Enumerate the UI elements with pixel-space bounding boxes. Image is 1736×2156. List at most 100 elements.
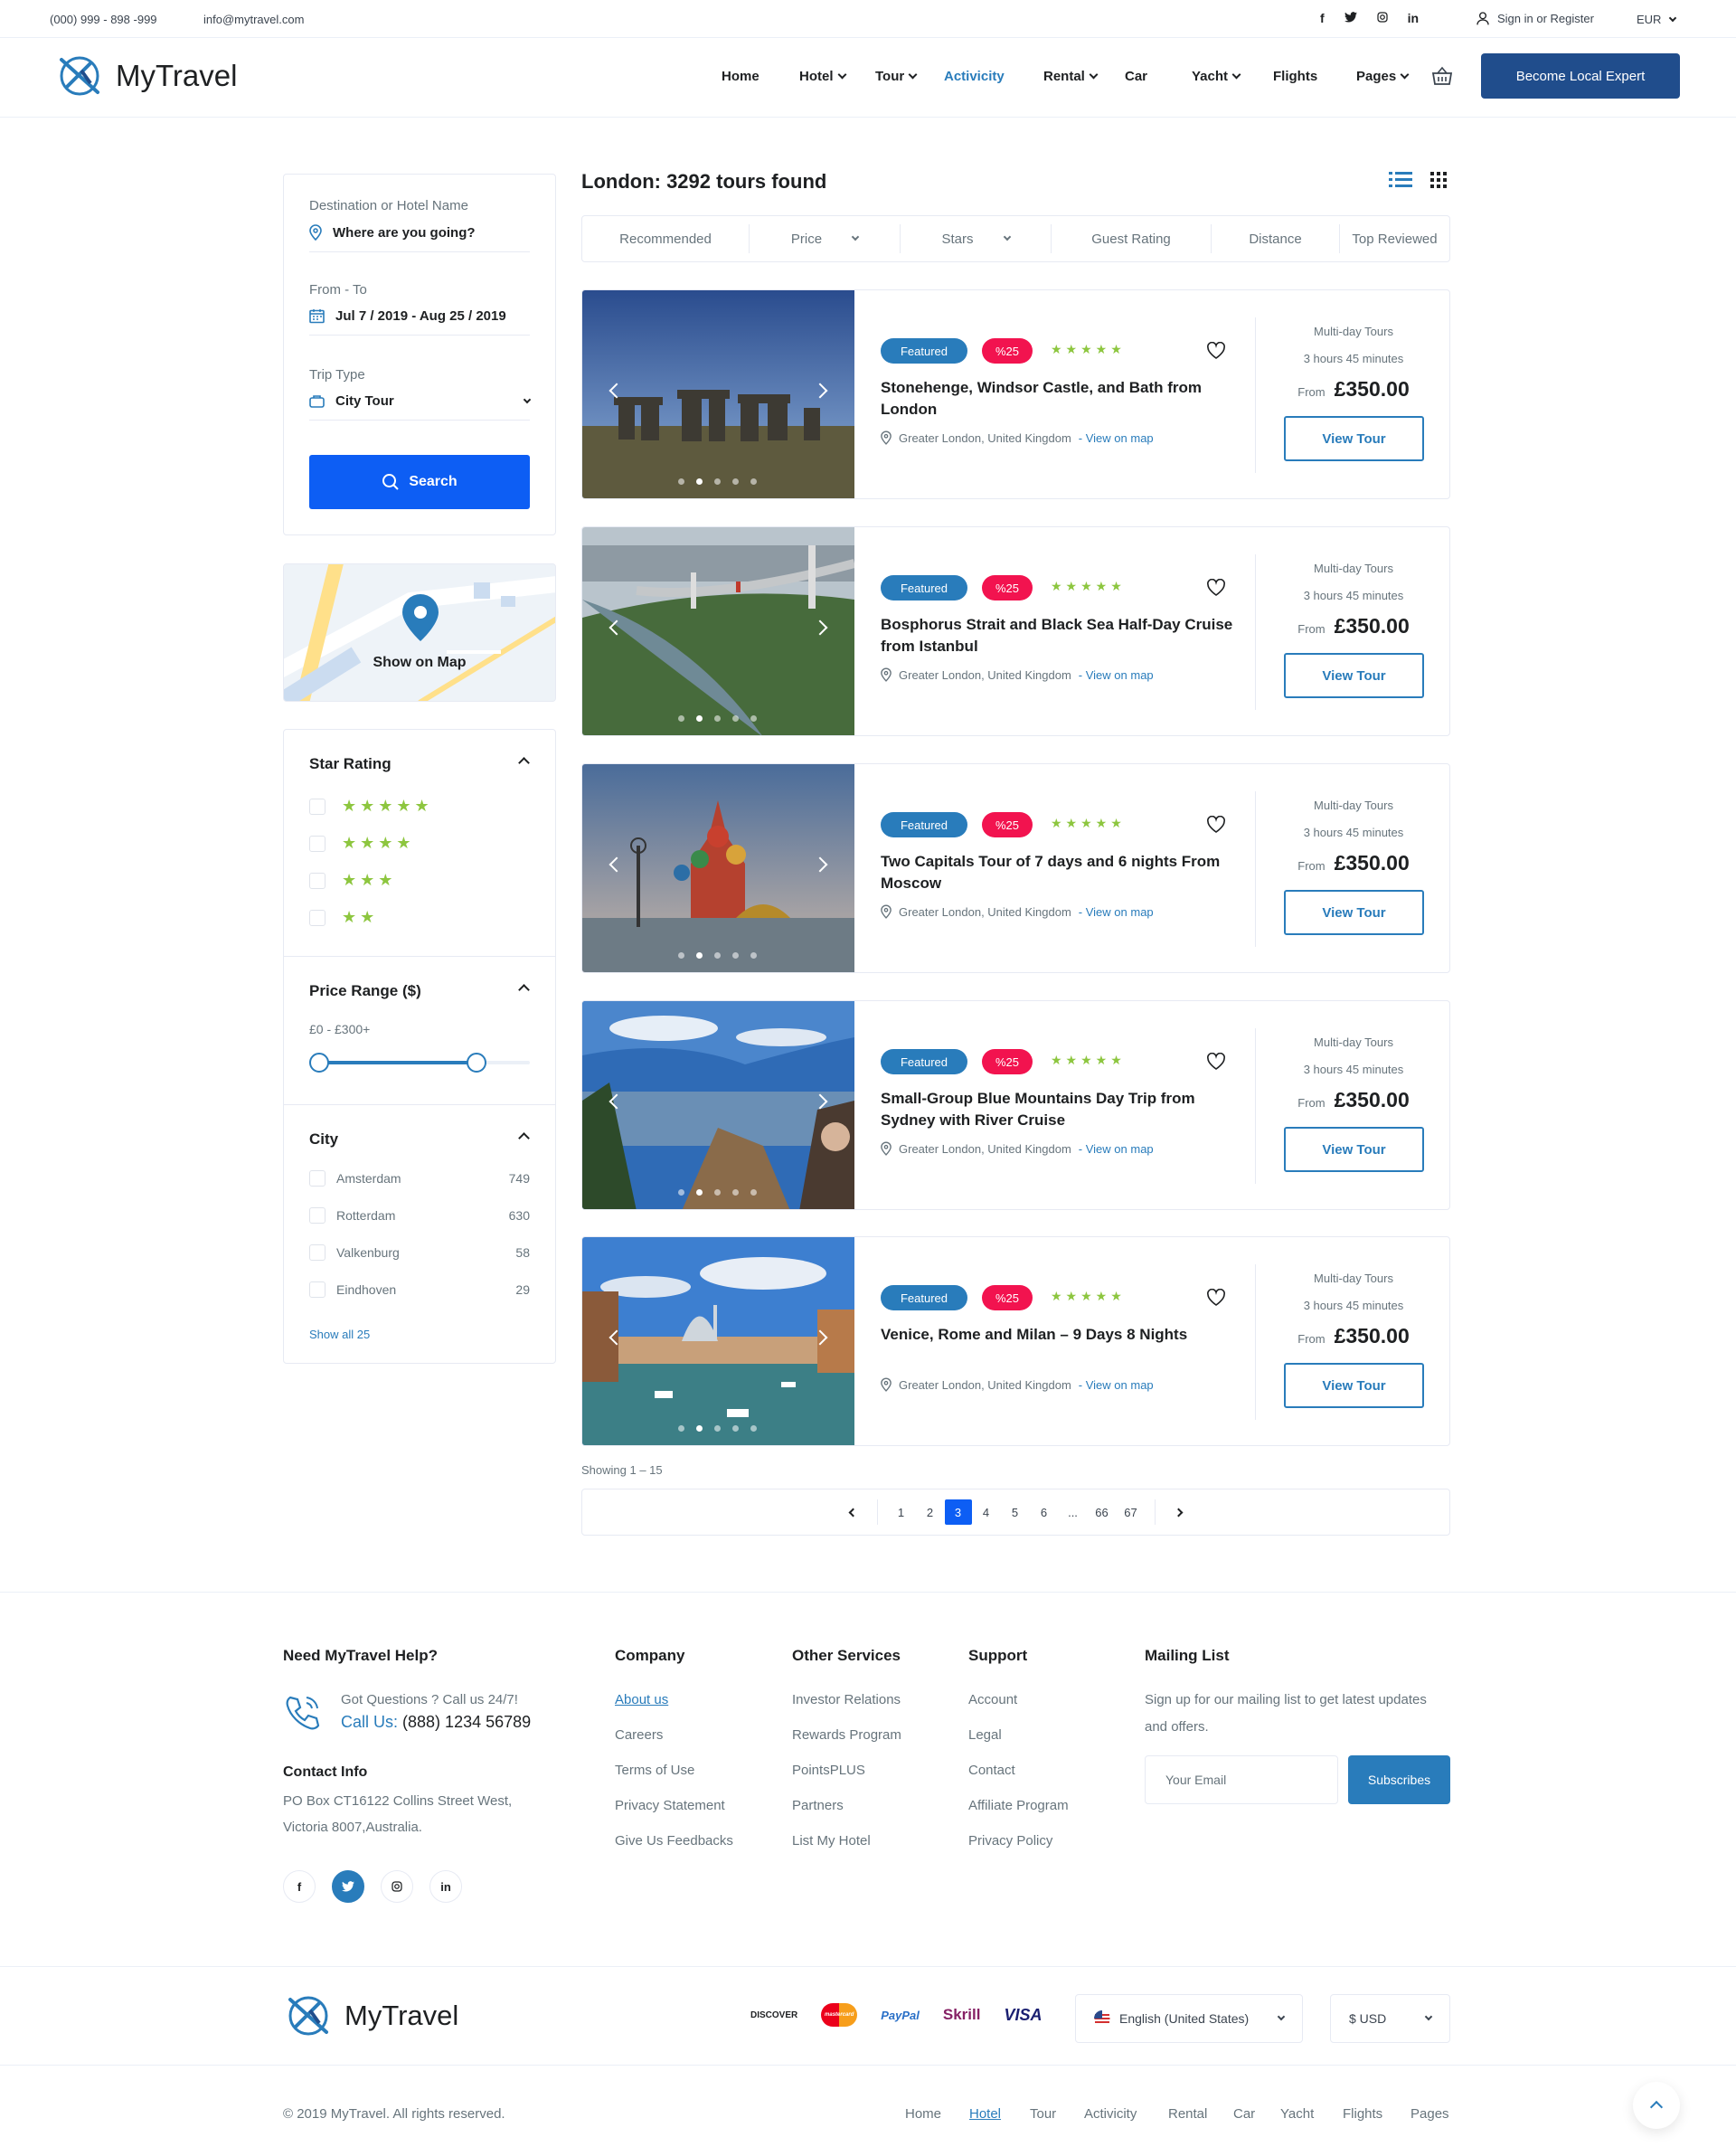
star-option-4[interactable]: ★★★★	[309, 834, 415, 853]
heart-icon[interactable]	[1206, 342, 1226, 360]
phone-number[interactable]: (000) 999 - 898 -999	[50, 13, 157, 26]
page-link[interactable]: 66	[1088, 1499, 1117, 1525]
show-on-map-card[interactable]: Show on Map	[283, 563, 556, 702]
footer-link[interactable]: Privacy Policy	[968, 1833, 1069, 1849]
footer-nav-link[interactable]: Yacht	[1280, 2106, 1343, 2122]
tour-image[interactable]	[582, 764, 854, 972]
page-link[interactable]: 6	[1030, 1499, 1059, 1525]
page-link[interactable]: 1	[887, 1499, 916, 1525]
sign-in-link[interactable]: Sign in or Register	[1476, 11, 1594, 25]
nav-yacht[interactable]: Yacht	[1175, 69, 1273, 84]
page-link[interactable]: 5	[1001, 1499, 1030, 1525]
footer-link[interactable]: Give Us Feedbacks	[615, 1833, 733, 1849]
checkbox[interactable]	[309, 835, 326, 852]
tour-title[interactable]: Two Capitals Tour of 7 days and 6 nights…	[881, 851, 1242, 894]
cart-icon[interactable]	[1431, 65, 1453, 91]
tour-image[interactable]	[582, 1237, 854, 1445]
tour-title[interactable]: Small-Group Blue Mountains Day Trip from…	[881, 1088, 1242, 1131]
chevron-up-icon[interactable]	[518, 1132, 530, 1144]
footer-nav-link[interactable]: Home	[905, 2106, 969, 2122]
checkbox[interactable]	[309, 1244, 326, 1261]
tour-image[interactable]	[582, 1001, 854, 1209]
search-button[interactable]: Search	[309, 455, 530, 509]
view-tour-button[interactable]: View Tour	[1284, 416, 1424, 461]
chevron-up-icon[interactable]	[518, 757, 530, 769]
instagram-icon[interactable]	[1377, 11, 1388, 25]
footer-link[interactable]: Careers	[615, 1727, 733, 1743]
nav-car[interactable]: Car	[1125, 69, 1175, 84]
city-option[interactable]: Eindhoven 29	[309, 1281, 530, 1298]
nav-rental[interactable]: Rental	[1043, 69, 1125, 84]
instagram-icon[interactable]	[381, 1870, 413, 1903]
city-option[interactable]: Rotterdam 630	[309, 1207, 530, 1224]
tour-card[interactable]: Featured %25 ★★★★★ Venice, Rome and Mila…	[581, 1236, 1450, 1446]
sort-guest-rating[interactable]: Guest Rating	[1052, 224, 1212, 253]
linkedin-icon[interactable]: in	[1408, 11, 1419, 25]
view-tour-button[interactable]: View Tour	[1284, 653, 1424, 698]
destination-field[interactable]: Destination or Hotel Name Where are you …	[309, 198, 530, 252]
view-on-map-link[interactable]: - View on map	[1079, 1378, 1154, 1392]
footer-link[interactable]: Partners	[792, 1798, 901, 1813]
logo[interactable]: MyTravel	[54, 51, 237, 101]
sort-top-reviewed[interactable]: Top Reviewed	[1340, 224, 1449, 253]
grid-view-icon[interactable]	[1430, 172, 1447, 188]
page-link-current[interactable]: 3	[944, 1499, 972, 1525]
view-on-map-link[interactable]: - View on map	[1079, 1142, 1154, 1156]
footer-link[interactable]: Privacy Statement	[615, 1798, 733, 1813]
price-slider-max-handle[interactable]	[467, 1053, 486, 1073]
city-option[interactable]: Amsterdam 749	[309, 1170, 530, 1187]
checkbox[interactable]	[309, 909, 326, 926]
nav-home[interactable]: Home	[722, 69, 799, 84]
prev-page-chevron-icon[interactable]	[839, 1499, 868, 1525]
sort-stars[interactable]: Stars	[901, 224, 1052, 253]
tour-card[interactable]: Featured %25 ★★★★★ Small-Group Blue Moun…	[581, 1000, 1450, 1210]
footer-nav-link[interactable]: Hotel	[969, 2106, 1030, 2122]
sort-distance[interactable]: Distance	[1212, 224, 1340, 253]
list-view-icon[interactable]	[1389, 172, 1412, 188]
footer-link[interactable]: Investor Relations	[792, 1692, 901, 1707]
language-select[interactable]: English (United States)	[1075, 1994, 1303, 2043]
next-page-chevron-icon[interactable]	[1165, 1499, 1194, 1525]
become-local-expert-button[interactable]: Become Local Expert	[1481, 53, 1680, 99]
nav-flights[interactable]: Flights	[1273, 69, 1356, 84]
subscribe-button[interactable]: Subscribes	[1348, 1755, 1450, 1804]
trip-type-field[interactable]: Trip Type City Tour	[309, 367, 532, 421]
email-field[interactable]: Your Email	[1145, 1755, 1338, 1804]
nav-tour[interactable]: Tour	[875, 69, 944, 84]
footer-link[interactable]: Contact	[968, 1763, 1069, 1778]
star-option-3[interactable]: ★★★	[309, 871, 396, 890]
footer-nav-link[interactable]: Rental	[1168, 2106, 1233, 2122]
sort-recommended[interactable]: Recommended	[582, 224, 750, 253]
heart-icon[interactable]	[1206, 816, 1226, 834]
linkedin-icon[interactable]: in	[429, 1870, 462, 1903]
twitter-icon[interactable]	[1344, 11, 1357, 25]
heart-icon[interactable]	[1206, 579, 1226, 597]
facebook-icon[interactable]: f	[283, 1870, 316, 1903]
footer-link[interactable]: List My Hotel	[792, 1833, 901, 1849]
call-us[interactable]: Call Us: (888) 1234 56789	[341, 1713, 531, 1732]
view-tour-button[interactable]: View Tour	[1284, 890, 1424, 935]
checkbox[interactable]	[309, 798, 326, 815]
footer-link[interactable]: PointsPLUS	[792, 1763, 901, 1778]
trip-type-select[interactable]: City Tour	[335, 393, 394, 409]
chevron-up-icon[interactable]	[518, 984, 530, 996]
nav-pages[interactable]: Pages	[1356, 69, 1429, 84]
nav-hotel[interactable]: Hotel	[799, 69, 875, 84]
page-link[interactable]: 2	[916, 1499, 945, 1525]
heart-icon[interactable]	[1206, 1053, 1226, 1071]
currency-dropdown[interactable]: EUR	[1637, 13, 1677, 26]
view-tour-button[interactable]: View Tour	[1284, 1363, 1424, 1408]
checkbox[interactable]	[309, 872, 326, 889]
footer-link[interactable]: Account	[968, 1692, 1069, 1707]
view-on-map-link[interactable]: - View on map	[1079, 905, 1154, 919]
dates-input[interactable]: Jul 7 / 2019 - Aug 25 / 2019	[335, 308, 506, 324]
show-all-cities-link[interactable]: Show all 25	[309, 1328, 370, 1341]
currency-select[interactable]: $ USD	[1330, 1994, 1450, 2043]
page-link[interactable]: 67	[1117, 1499, 1146, 1525]
tour-image[interactable]	[582, 290, 854, 498]
dates-field[interactable]: From - To Jul 7 / 2019 - Aug 25 / 2019	[309, 282, 530, 336]
footer-nav-link[interactable]: Activicity	[1084, 2106, 1168, 2122]
email-link[interactable]: info@mytravel.com	[203, 13, 304, 26]
tour-image[interactable]	[582, 527, 854, 735]
footer-nav-link[interactable]: Flights	[1343, 2106, 1410, 2122]
